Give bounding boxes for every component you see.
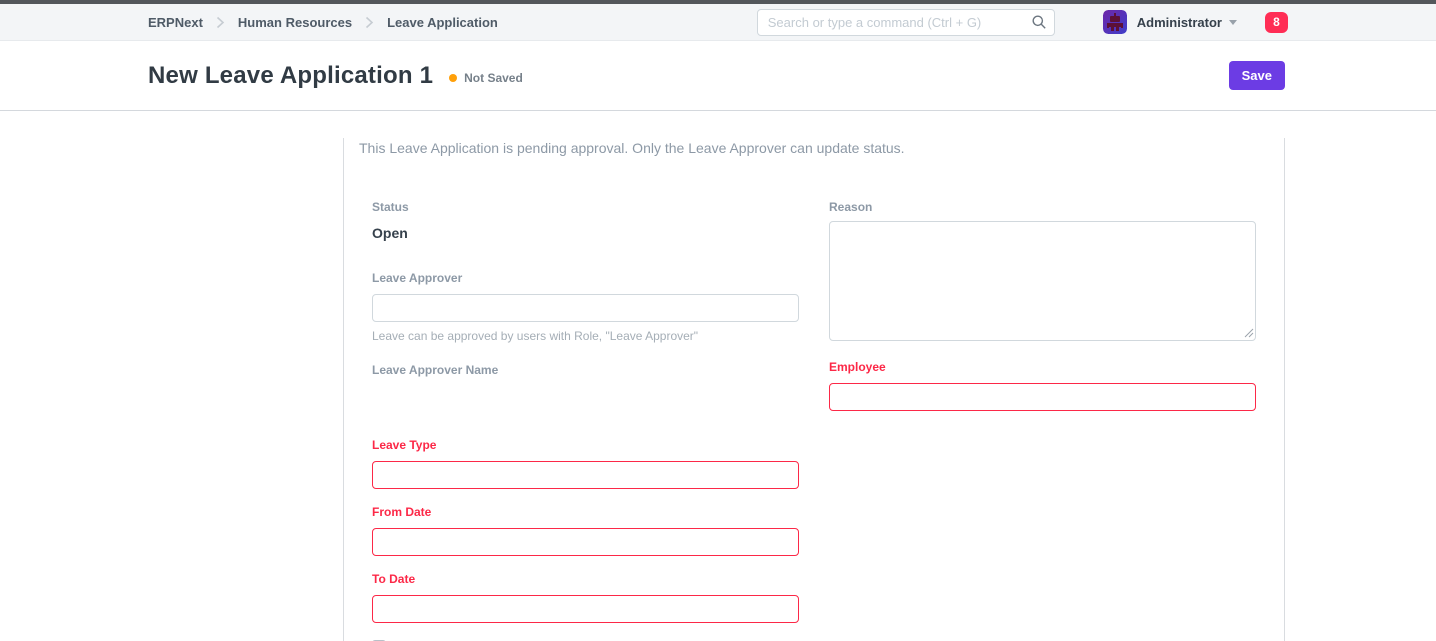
field-employee: Employee: [829, 360, 1256, 411]
breadcrumb-chevron-icon: [216, 16, 225, 29]
leave-approver-name-label: Leave Approver Name: [372, 363, 799, 377]
field-reason: Reason: [829, 200, 1256, 346]
search-icon: [1031, 14, 1047, 35]
field-leave-type: Leave Type: [372, 438, 799, 489]
form-right-column: Reason Employee: [829, 200, 1256, 427]
leave-type-label: Leave Type: [372, 438, 799, 452]
global-search: [757, 9, 1055, 36]
reason-label: Reason: [829, 200, 1256, 214]
leave-approver-label: Leave Approver: [372, 271, 799, 285]
notification-badge[interactable]: 8: [1265, 12, 1288, 33]
breadcrumb-leave-application[interactable]: Leave Application: [387, 15, 498, 30]
form-left-column: Status Open Leave Approver Leave can be …: [372, 200, 799, 641]
main-section: This Leave Application is pending approv…: [0, 138, 1436, 641]
reason-textarea[interactable]: [829, 221, 1256, 341]
from-date-label: From Date: [372, 505, 799, 519]
breadcrumb-chevron-icon: [365, 16, 374, 29]
page-head: New Leave Application 1 Not Saved Save: [0, 41, 1436, 111]
form-column: This Leave Application is pending approv…: [343, 138, 1285, 641]
field-leave-approver-name: Leave Approver Name: [372, 363, 799, 438]
not-saved-label: Not Saved: [464, 71, 523, 85]
status-indicator: Not Saved: [449, 71, 523, 85]
leave-approver-input[interactable]: [372, 294, 799, 322]
leave-type-input[interactable]: [372, 461, 799, 489]
navbar: ERPNext Human Resources Leave Applicatio…: [0, 4, 1436, 41]
leave-approver-name-value: [372, 386, 799, 438]
chevron-down-icon: [1229, 20, 1237, 25]
breadcrumb-human-resources[interactable]: Human Resources: [238, 15, 352, 30]
employee-label: Employee: [829, 360, 1256, 374]
to-date-input[interactable]: [372, 595, 799, 623]
user-menu[interactable]: Administrator: [1103, 10, 1237, 34]
status-value: Open: [372, 225, 408, 241]
field-leave-approver: Leave Approver Leave can be approved by …: [372, 271, 799, 343]
not-saved-dot-icon: [449, 74, 457, 82]
pending-approval-notice: This Leave Application is pending approv…: [359, 138, 1269, 158]
user-name: Administrator: [1137, 15, 1222, 30]
avatar: [1103, 10, 1127, 34]
save-button[interactable]: Save: [1229, 61, 1285, 90]
breadcrumb-erpnext[interactable]: ERPNext: [148, 15, 203, 30]
from-date-input[interactable]: [372, 528, 799, 556]
employee-input[interactable]: [829, 383, 1256, 411]
page-title: New Leave Application 1: [148, 62, 433, 90]
status-label: Status: [372, 200, 799, 214]
field-from-date: From Date: [372, 505, 799, 556]
breadcrumb: ERPNext Human Resources Leave Applicatio…: [148, 15, 498, 30]
search-input[interactable]: [757, 9, 1055, 36]
to-date-label: To Date: [372, 572, 799, 586]
field-status: Status Open: [372, 200, 799, 243]
field-to-date: To Date: [372, 572, 799, 623]
leave-approver-help: Leave can be approved by users with Role…: [372, 329, 799, 343]
